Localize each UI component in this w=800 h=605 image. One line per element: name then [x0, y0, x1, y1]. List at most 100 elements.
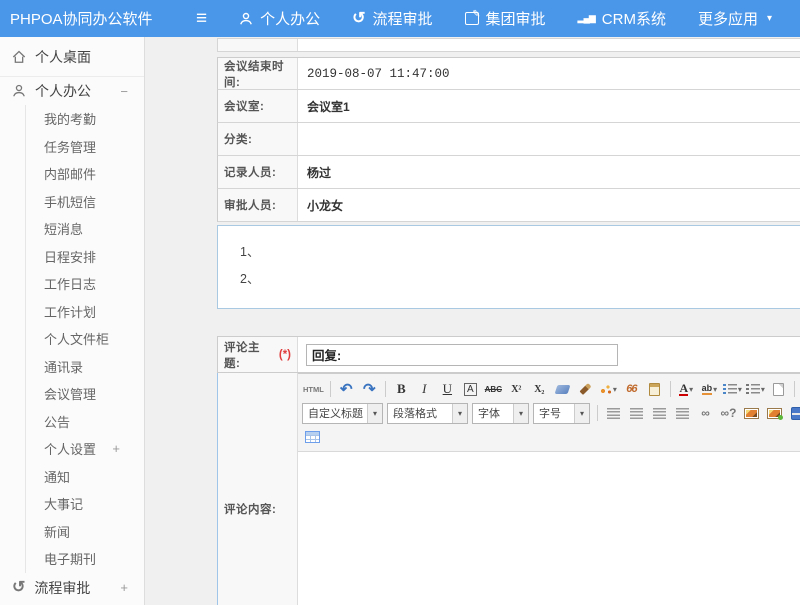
align-right-button[interactable] — [649, 403, 670, 424]
nav-item-group-approval[interactable]: ✎ 集团审批 — [465, 8, 546, 29]
nav-item-personal-office[interactable]: 个人办公 — [239, 8, 320, 29]
nav-item-more-apps[interactable]: 更多应用 ▾ — [698, 8, 772, 29]
sparkle-icon — [600, 384, 612, 395]
sidebar-item-major-events[interactable]: 大事记 — [26, 490, 144, 518]
strikethrough-button[interactable]: ABC — [483, 379, 504, 400]
sidebar-item-my-attendance[interactable]: 我的考勤 — [26, 105, 144, 133]
nav-item-label: CRM系统 — [602, 8, 666, 29]
sidebar-item-meeting-management[interactable]: 会议管理 — [26, 380, 144, 408]
expand-plus-icon[interactable]: + — [112, 441, 130, 456]
field-value-category — [298, 123, 800, 155]
image-icon — [744, 408, 759, 419]
subscript-button[interactable]: X₂ — [529, 379, 550, 400]
caret-down-icon: ▾ — [513, 404, 528, 423]
paste-button[interactable] — [644, 379, 665, 400]
app-brand: PHPOA协同办公软件 — [0, 8, 190, 29]
ordered-list-button[interactable]: ▾ — [722, 379, 743, 400]
sidebar-item-task-management[interactable]: 任务管理 — [26, 133, 144, 161]
bold-button[interactable]: B — [391, 379, 412, 400]
heading-select[interactable]: 自定义标题▾ — [302, 403, 383, 424]
italic-button[interactable]: I — [414, 379, 435, 400]
align-center-button[interactable] — [626, 403, 647, 424]
new-page-button[interactable] — [768, 379, 789, 400]
field-label-recorder: 记录人员: — [218, 156, 298, 188]
caret-down-icon: ▾ — [367, 404, 382, 423]
eraser-icon — [554, 385, 570, 394]
effects-button[interactable]: ▾ — [598, 379, 619, 400]
highlight-color-button[interactable]: ab▾ — [699, 379, 720, 400]
sidebar-item-desktop[interactable]: 个人桌面 — [0, 37, 144, 77]
sidebar-item-workflow-approval[interactable]: ↺ 流程审批 + — [0, 573, 144, 603]
insert-net-image-button[interactable] — [764, 403, 785, 424]
toolbar-separator — [330, 381, 331, 397]
undo-button[interactable]: ↶ — [336, 379, 357, 400]
align-left-button[interactable] — [603, 403, 624, 424]
comment-subject-label: 评论主题: (*) — [218, 337, 298, 372]
sidebar-item-e-journal[interactable]: 电子期刊 — [26, 545, 144, 573]
font-size-select[interactable]: 字号▾ — [533, 403, 590, 424]
sidebar-item-personal-files[interactable]: 个人文件柜 — [26, 325, 144, 353]
justify-icon — [676, 408, 689, 419]
sidebar-item-contacts[interactable]: 通讯录 — [26, 353, 144, 381]
sidebar-item-internal-mail[interactable]: 内部邮件 — [26, 160, 144, 188]
sub-item-label: 工作日志 — [44, 274, 96, 293]
expand-plus-icon[interactable]: + — [120, 580, 132, 595]
editor-content-area[interactable] — [298, 452, 800, 605]
font-family-select[interactable]: 字体▾ — [472, 403, 529, 424]
remove-link-button[interactable]: ∞? — [718, 403, 739, 424]
collapse-minus-icon[interactable]: − — [120, 84, 132, 99]
superscript-button[interactable]: X² — [506, 379, 527, 400]
comment-subject-input[interactable] — [306, 344, 618, 366]
sidebar-item-work-plan[interactable]: 工作计划 — [26, 298, 144, 326]
toolbar-row-2: 自定义标题▾ 段落格式▾ 字体▾ 字号▾ ∞ ∞? — [302, 401, 800, 425]
sidebar-item-notice[interactable]: 通知 — [26, 463, 144, 491]
sidebar: 个人桌面 个人办公 − 我的考勤 任务管理 内部邮件 手机短信 短消息 日程安排… — [0, 37, 145, 605]
paragraph-format-select[interactable]: 段落格式▾ — [387, 403, 468, 424]
sidebar-item-personal-settings[interactable]: 个人设置 + — [26, 435, 144, 463]
insert-media-button[interactable] — [787, 403, 800, 424]
field-value-end-time: 2019-08-07 11:47:00 — [298, 58, 800, 89]
sub-item-label: 日程安排 — [44, 247, 96, 266]
underline-button[interactable]: U — [437, 379, 458, 400]
font-color-button[interactable]: A▾ — [676, 379, 697, 400]
media-icon — [791, 407, 800, 420]
sidebar-item-short-message[interactable]: 短消息 — [26, 215, 144, 243]
nav-item-crm[interactable]: ▂▄▆ CRM系统 — [578, 8, 666, 29]
align-right-icon — [653, 408, 666, 419]
unordered-list-button[interactable]: ▾ — [745, 379, 766, 400]
rich-text-editor: HTML ↶ ↷ B I U A ABC X² X₂ — [298, 373, 800, 605]
nav-item-workflow-approval[interactable]: ↺ 流程审批 — [352, 8, 432, 29]
caret-down-icon: ▾ — [767, 13, 772, 24]
table-row: 审批人员: 小龙女 — [217, 189, 800, 222]
table-row: 会议结束时间: 2019-08-07 11:47:00 — [217, 57, 800, 90]
sidebar-item-personal-office[interactable]: 个人办公 − — [0, 77, 144, 105]
hamburger-menu-icon[interactable]: ≡ — [196, 9, 207, 28]
source-code-button[interactable]: HTML — [302, 379, 325, 400]
minutes-line: 1、 — [240, 239, 800, 266]
highlight-icon: ab — [702, 383, 713, 395]
insert-link-button[interactable]: ∞ — [695, 403, 716, 424]
sub-item-label: 个人设置 — [44, 439, 96, 458]
sub-item-label: 新闻 — [44, 522, 70, 541]
clipboard-icon — [649, 383, 660, 396]
insert-table-button[interactable] — [302, 427, 323, 448]
align-left-icon — [607, 408, 620, 419]
caret-down-icon: ▾ — [761, 385, 765, 394]
eraser-button[interactable] — [552, 379, 573, 400]
sub-item-label: 手机短信 — [44, 192, 96, 211]
format-painter-button[interactable] — [575, 379, 596, 400]
sidebar-item-announcement[interactable]: 公告 — [26, 408, 144, 436]
caret-down-icon: ▾ — [738, 385, 742, 394]
sidebar-item-sms[interactable]: 手机短信 — [26, 188, 144, 216]
insert-image-button[interactable] — [741, 403, 762, 424]
sidebar-item-news[interactable]: 新闻 — [26, 518, 144, 546]
align-center-icon — [630, 408, 643, 419]
justify-button[interactable] — [672, 403, 693, 424]
partial-table-row — [217, 38, 800, 52]
char-border-button[interactable]: A — [464, 383, 477, 396]
blockquote-button[interactable]: 66 — [621, 379, 642, 400]
blank-page-icon — [773, 383, 784, 396]
sidebar-item-work-log[interactable]: 工作日志 — [26, 270, 144, 298]
sidebar-item-schedule[interactable]: 日程安排 — [26, 243, 144, 271]
redo-button[interactable]: ↷ — [359, 379, 380, 400]
